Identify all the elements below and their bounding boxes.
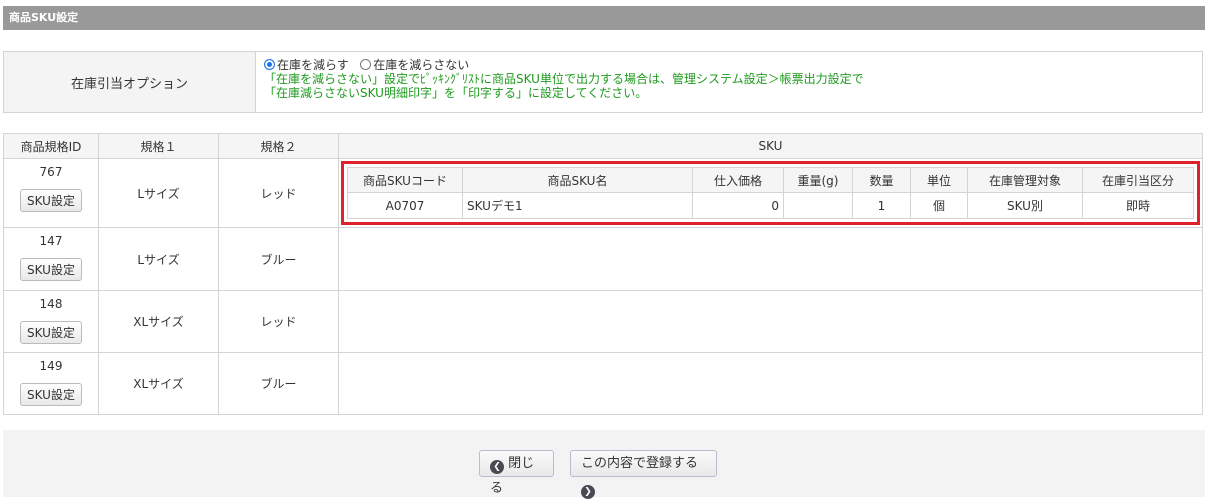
spec2: レッド [218, 290, 339, 353]
header-sku: SKU [338, 133, 1203, 159]
sku-qty: 1 [852, 192, 911, 219]
sku-table: 商品規格ID 規格１ 規格２ SKU 767 SKU設定 Lサイズ レッド 商品S… [3, 133, 1203, 415]
radio-reduce[interactable]: 在庫を減らす [264, 58, 349, 72]
chevron-left-icon: ❮ [490, 460, 504, 474]
sku-settings-button[interactable]: SKU設定 [20, 321, 82, 344]
sku-header-unit: 単位 [910, 167, 968, 193]
header-spec1: 規格１ [98, 133, 219, 159]
option-label: 在庫引当オプション [3, 51, 256, 113]
sku-cell-empty [338, 227, 1203, 291]
spec1: Lサイズ [98, 227, 219, 291]
sku-settings-button[interactable]: SKU設定 [20, 258, 82, 281]
sku-settings-button[interactable]: SKU設定 [20, 189, 82, 212]
sku-header-name: 商品SKU名 [462, 167, 693, 193]
sku-cell-empty [338, 290, 1203, 353]
option-note-2: 「在庫減らさないSKU明細印字」を「印字する」に設定してください。 [264, 86, 648, 100]
sku-header-weight: 重量(g) [783, 167, 853, 193]
option-table: 在庫引当オプション 在庫を減らす 在庫を減らさない 「在庫を減らさない」設定でﾋ… [3, 51, 1203, 113]
spec-id: 148 [39, 297, 63, 311]
sku-header-cost: 仕入価格 [692, 167, 784, 193]
header-spec2: 規格２ [218, 133, 339, 159]
sku-weight [783, 192, 853, 219]
spec-id: 147 [39, 234, 63, 248]
sku-header-allocation: 在庫引当区分 [1082, 167, 1194, 193]
chevron-right-icon: ❯ [581, 485, 595, 499]
spec-id: 149 [39, 359, 63, 373]
option-note-1: 「在庫を減らさない」設定でﾋﾟｯｷﾝｸﾞﾘｽﾄに商品SKU単位で出力する場合は、… [264, 72, 864, 86]
spec2: ブルー [218, 227, 339, 291]
spec2: ブルー [218, 352, 339, 415]
close-button[interactable]: ❮ 閉じる [479, 450, 554, 496]
sku-unit: 個 [910, 192, 968, 219]
radio-reduce-label: 在庫を減らす [277, 58, 349, 72]
sku-name: SKUデモ1 [462, 192, 693, 219]
spec1: XLサイズ [98, 352, 219, 415]
radio-not-reduce[interactable]: 在庫を減らさない [360, 58, 469, 72]
sku-row: A0707 SKUデモ1 0 1 個 SKU別 即時 [347, 192, 1194, 219]
radio-not-reduce-label: 在庫を減らさない [373, 58, 470, 72]
table-row: 148 SKU設定 XLサイズ レッド [3, 290, 1203, 353]
spec1: XLサイズ [98, 290, 219, 353]
table-row: 147 SKU設定 Lサイズ ブルー [3, 227, 1203, 291]
footer: ❮ 閉じる この内容で登録する ❯ [3, 430, 1205, 499]
register-label: この内容で登録する [581, 456, 699, 471]
sku-header-qty: 数量 [852, 167, 911, 193]
spec-id: 767 [39, 165, 63, 179]
sku-header-stock-target: 在庫管理対象 [967, 167, 1083, 193]
sku-allocation: 即時 [1082, 192, 1194, 219]
sku-settings-button[interactable]: SKU設定 [20, 383, 82, 406]
sku-header-code: 商品SKUコード [347, 167, 463, 193]
spec1: Lサイズ [98, 158, 219, 228]
table-row: 149 SKU設定 XLサイズ ブルー [3, 352, 1203, 415]
sku-detail-table: 商品SKUコード 商品SKU名 仕入価格 重量(g) 数量 単位 在庫管理対象 … [347, 167, 1194, 219]
register-button[interactable]: この内容で登録する ❯ [570, 450, 717, 499]
radio-unchecked-icon[interactable] [360, 59, 372, 70]
sku-cell-empty [338, 352, 1203, 415]
spec2: レッド [218, 158, 339, 228]
header-id: 商品規格ID [3, 133, 99, 159]
page-title: 商品SKU設定 [3, 6, 1205, 30]
radio-checked-icon[interactable] [264, 59, 275, 70]
sku-code: A0707 [347, 192, 463, 219]
table-row: 767 SKU設定 Lサイズ レッド 商品SKUコード 商品SKU名 仕入価格 重… [3, 158, 1203, 228]
sku-highlight-box: 商品SKUコード 商品SKU名 仕入価格 重量(g) 数量 単位 在庫管理対象 … [341, 161, 1200, 225]
sku-cost: 0 [692, 192, 784, 219]
sku-stock-target: SKU別 [967, 192, 1083, 219]
